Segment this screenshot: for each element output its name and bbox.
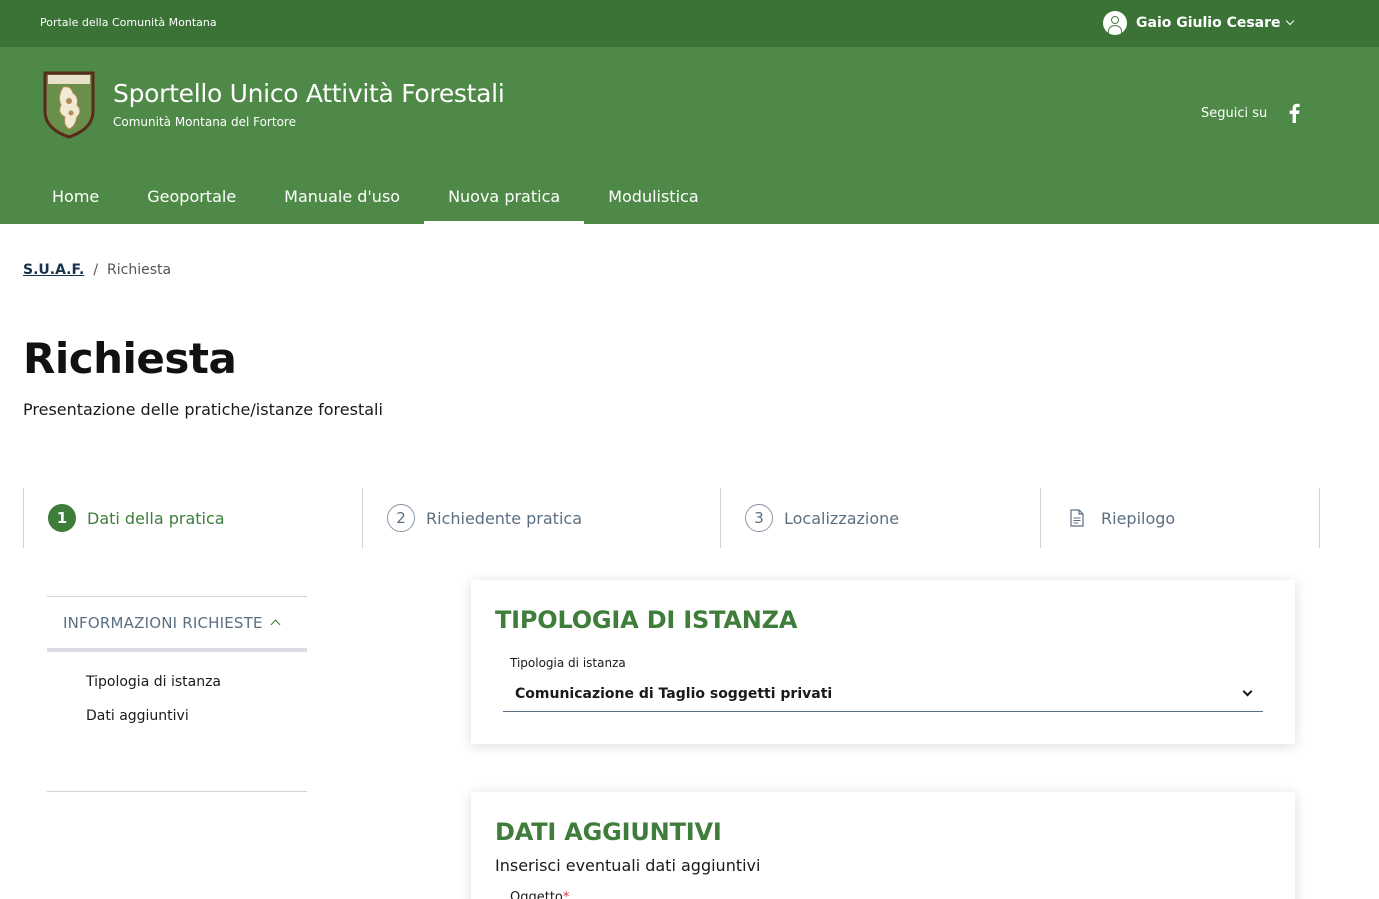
social-label: Seguici su bbox=[1201, 105, 1268, 121]
side-link-tipologia[interactable]: Tipologia di istanza bbox=[86, 674, 221, 690]
step-label: Dati della pratica bbox=[87, 508, 225, 528]
chevron-up-icon bbox=[270, 619, 281, 630]
step-number: 2 bbox=[387, 504, 415, 532]
card-description: Inserisci eventuali dati aggiuntivi bbox=[495, 856, 761, 875]
user-avatar-icon bbox=[1103, 11, 1127, 35]
nav-manuale[interactable]: Manuale d'uso bbox=[260, 169, 424, 224]
side-index-heading: INFORMAZIONI RICHIESTE bbox=[63, 613, 263, 632]
document-icon bbox=[1070, 509, 1084, 527]
step-dati-pratica[interactable]: 1 Dati della pratica bbox=[24, 488, 363, 548]
stepper: 1 Dati della pratica 2 Richiedente prati… bbox=[23, 488, 1320, 548]
side-link-dati-aggiuntivi[interactable]: Dati aggiuntivi bbox=[86, 708, 189, 724]
breadcrumb-root-link[interactable]: S.U.A.F. bbox=[23, 262, 84, 278]
step-label: Richiedente pratica bbox=[426, 508, 582, 528]
tipologia-label: Tipologia di istanza bbox=[510, 656, 626, 670]
tipologia-card: TIPOLOGIA DI ISTANZA Tipologia di istanz… bbox=[471, 580, 1295, 744]
step-number: 3 bbox=[745, 504, 773, 532]
step-localizzazione[interactable]: 3 Localizzazione bbox=[721, 488, 1041, 548]
nav-nuova-pratica[interactable]: Nuova pratica bbox=[424, 169, 585, 224]
side-index-toggle[interactable]: INFORMAZIONI RICHIESTE bbox=[47, 597, 307, 652]
side-divider bbox=[47, 791, 307, 792]
tipologia-select[interactable]: Comunicazione di Taglio soggetti privati bbox=[503, 677, 1263, 712]
dati-aggiuntivi-card: DATI AGGIUNTIVI Inserisci eventuali dati… bbox=[471, 792, 1295, 899]
nav-home[interactable]: Home bbox=[0, 169, 123, 224]
nav-modulistica[interactable]: Modulistica bbox=[584, 169, 722, 224]
site-title[interactable]: Sportello Unico Attività Forestali bbox=[113, 79, 505, 108]
step-label: Riepilogo bbox=[1101, 508, 1176, 528]
tipologia-selected-value: Comunicazione di Taglio soggetti privati bbox=[515, 686, 833, 702]
social-links: Seguici su bbox=[1201, 103, 1301, 123]
main-nav: Home Geoportale Manuale d'uso Nuova prat… bbox=[0, 169, 723, 224]
user-name: Gaio Giulio Cesare bbox=[1136, 15, 1281, 31]
facebook-icon[interactable] bbox=[1287, 103, 1301, 123]
comunita-montana-logo-icon[interactable] bbox=[43, 71, 95, 139]
site-header: Sportello Unico Attività Forestali Comun… bbox=[0, 47, 1379, 224]
chevron-down-icon bbox=[1242, 686, 1253, 697]
breadcrumb: S.U.A.F. / Richiesta bbox=[23, 262, 171, 278]
breadcrumb-separator: / bbox=[93, 262, 99, 278]
side-index: INFORMAZIONI RICHIESTE Tipologia di ista… bbox=[47, 596, 307, 724]
oggetto-label: Oggetto* bbox=[510, 890, 569, 899]
step-number: 1 bbox=[48, 504, 76, 532]
step-richiedente[interactable]: 2 Richiedente pratica bbox=[363, 488, 721, 548]
card-title: DATI AGGIUNTIVI bbox=[495, 818, 722, 846]
site-subtitle: Comunità Montana del Fortore bbox=[113, 115, 296, 129]
step-label: Localizzazione bbox=[784, 508, 900, 528]
oggetto-label-text: Oggetto bbox=[510, 890, 563, 899]
portal-link[interactable]: Portale della Comunità Montana bbox=[40, 16, 217, 29]
card-title: TIPOLOGIA DI ISTANZA bbox=[495, 606, 798, 634]
breadcrumb-current: Richiesta bbox=[107, 262, 172, 278]
top-bar: Portale della Comunità Montana Gaio Giul… bbox=[0, 0, 1379, 47]
user-menu[interactable]: Gaio Giulio Cesare bbox=[1103, 11, 1294, 35]
step-riepilogo[interactable]: Riepilogo bbox=[1041, 488, 1320, 548]
required-mark: * bbox=[562, 890, 570, 899]
nav-geoportale[interactable]: Geoportale bbox=[123, 169, 260, 224]
page-subtitle: Presentazione delle pratiche/istanze for… bbox=[23, 400, 383, 419]
chevron-down-icon bbox=[1285, 16, 1294, 26]
page-title: Richiesta bbox=[23, 334, 237, 383]
